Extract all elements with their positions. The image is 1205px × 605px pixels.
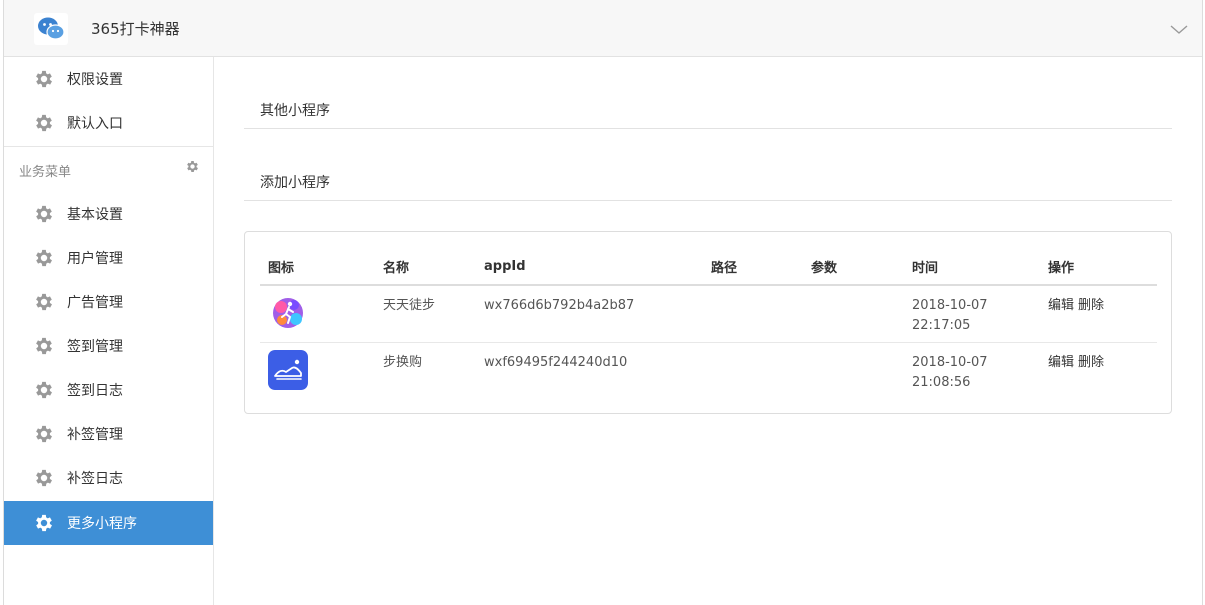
sidebar-item-label: 基本设置 <box>67 207 123 223</box>
sidebar-item-label: 签到管理 <box>67 339 123 355</box>
section-settings-gear-icon[interactable] <box>185 159 200 174</box>
tab-label: 添加小程序 <box>260 175 330 191</box>
sidebar-item-basic-settings[interactable]: 基本设置 <box>4 192 213 236</box>
cell-date-text: 2018-10-07 <box>912 298 988 313</box>
table-row: 天天徒步 wx766d6b792b4a2b87 2018-10-07 22:17… <box>260 285 1157 343</box>
sidebar-item-permissions[interactable]: 权限设置 <box>4 57 213 101</box>
col-header-icon: 图标 <box>260 248 375 286</box>
sidebar-item-makeup-management[interactable]: 补签管理 <box>4 412 213 456</box>
delete-link[interactable]: 删除 <box>1078 298 1104 313</box>
gear-icon <box>36 337 52 355</box>
gear-icon <box>36 205 52 223</box>
cell-icon <box>260 342 375 399</box>
gear-icon <box>36 469 52 487</box>
cell-appid: wxf69495f244240d10 <box>484 354 628 370</box>
edit-link[interactable]: 编辑 <box>1048 298 1074 313</box>
gear-icon <box>36 425 52 443</box>
sidebar-section-title: 业务菜单 <box>19 165 72 180</box>
wechat-icon <box>38 17 65 40</box>
cell-time-text: 22:17:05 <box>912 318 971 333</box>
col-header-appid: appId <box>476 248 703 286</box>
cell-appid: wx766d6b792b4a2b87 <box>476 285 703 343</box>
sidebar-item-label: 更多小程序 <box>67 516 137 532</box>
table-row: 步换购 wxf69495f244240d10 2018-10-07 21:08:… <box>260 342 1157 399</box>
cell-time: 2018-10-07 22:17:05 <box>904 285 1040 343</box>
sidebar-item-more-miniprograms[interactable]: 更多小程序 <box>4 501 213 545</box>
sidebar-item-checkin-log[interactable]: 签到日志 <box>4 368 213 412</box>
sidebar-item-label: 补签管理 <box>67 427 123 443</box>
table-header-row: 图标 名称 appId 路径 参数 时间 操作 <box>260 248 1157 286</box>
sidebar-item-label: 用户管理 <box>67 251 123 267</box>
tab-add-miniprogram[interactable]: 添加小程序 <box>244 129 1172 201</box>
sidebar-item-makeup-log[interactable]: 补签日志 <box>4 456 213 500</box>
walking-figure-icon <box>268 293 308 333</box>
col-header-params: 参数 <box>803 248 904 286</box>
gear-icon <box>36 293 52 311</box>
sidebar-item-label: 补签日志 <box>67 471 123 487</box>
sidebar-item-checkin-management[interactable]: 签到管理 <box>4 324 213 368</box>
col-header-name: 名称 <box>375 248 476 286</box>
col-header-path: 路径 <box>703 248 803 286</box>
sidebar-item-label: 签到日志 <box>67 383 123 399</box>
cell-time-text: 21:08:56 <box>912 374 971 390</box>
sidebar: 权限设置 默认入口 业务菜单 基本设置 用户管理 广告管理 签到管理 签到日志 <box>4 57 214 605</box>
sidebar-item-label: 默认入口 <box>67 116 123 132</box>
sidebar-item-ad-management[interactable]: 广告管理 <box>4 280 213 324</box>
sidebar-item-default-entry[interactable]: 默认入口 <box>4 101 213 145</box>
col-header-actions: 操作 <box>1040 248 1157 286</box>
gear-icon <box>36 514 52 532</box>
cell-params <box>803 342 904 399</box>
edit-link[interactable]: 编辑 <box>1048 355 1074 370</box>
col-header-time: 时间 <box>904 248 1040 286</box>
sidebar-item-label: 广告管理 <box>67 295 123 311</box>
gear-icon <box>36 249 52 267</box>
cell-time: 2018-10-07 21:08:56 <box>904 342 1040 399</box>
cell-actions: 编辑 删除 <box>1040 342 1157 399</box>
sidebar-divider <box>4 146 213 147</box>
cell-params <box>803 285 904 343</box>
sidebar-item-user-management[interactable]: 用户管理 <box>4 236 213 280</box>
app-title: 365打卡神器 <box>91 20 180 38</box>
gear-icon <box>36 70 52 88</box>
cell-path <box>703 285 803 343</box>
cell-icon <box>260 285 375 343</box>
tab-label: 其他小程序 <box>260 103 330 119</box>
cell-actions: 编辑 删除 <box>1040 285 1157 343</box>
shoe-icon <box>268 349 308 390</box>
app-window: 365打卡神器 权限设置 默认入口 业务菜单 基本设置 用户管理 广告管理 签到… <box>3 0 1203 605</box>
top-bar: 365打卡神器 <box>4 0 1202 57</box>
cell-name: 天天徒步 <box>375 285 476 343</box>
chevron-down-icon[interactable] <box>1168 18 1190 40</box>
miniprogram-list-card: 图标 名称 appId 路径 参数 时间 操作 天天徒步 wx766d6b792… <box>244 231 1172 414</box>
delete-link[interactable]: 删除 <box>1078 355 1104 370</box>
cell-date-text: 2018-10-07 <box>912 354 988 370</box>
cell-path <box>703 342 803 399</box>
main-content: 其他小程序 添加小程序 图标 名称 appId 路径 参数 时间 操作 天天徒步… <box>244 57 1174 605</box>
miniprogram-table: 图标 名称 appId 路径 参数 时间 操作 天天徒步 wx766d6b792… <box>260 248 1157 399</box>
gear-icon <box>36 381 52 399</box>
sidebar-item-label: 权限设置 <box>67 72 123 88</box>
gear-icon <box>36 114 52 132</box>
tab-other-miniprograms[interactable]: 其他小程序 <box>244 57 1172 129</box>
cell-name: 步换购 <box>383 354 423 370</box>
app-logo <box>34 13 68 45</box>
